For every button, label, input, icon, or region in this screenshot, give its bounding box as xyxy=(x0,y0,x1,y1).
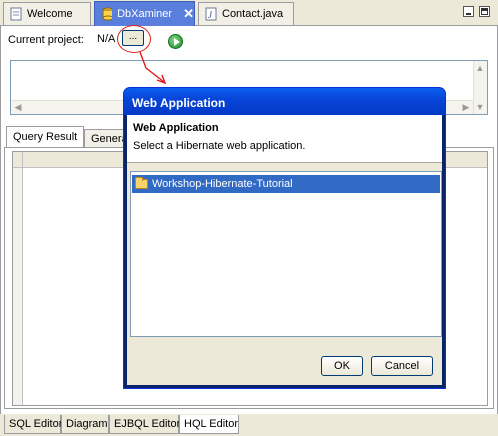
editor-tab-strip: Welcome DbXaminer ✕ J Contact.java xyxy=(0,0,498,26)
tab-dbxaminer[interactable]: DbXaminer ✕ xyxy=(94,1,195,26)
web-application-list[interactable]: Workshop-Hibernate-Tutorial xyxy=(130,171,442,337)
dialog-header: Web Application Select a Hibernate web a… xyxy=(127,115,442,163)
list-item-label: Workshop-Hibernate-Tutorial xyxy=(152,178,293,190)
current-project-value: N/A xyxy=(97,33,116,45)
page-icon xyxy=(10,7,22,21)
java-file-icon: J xyxy=(205,7,217,21)
dialog-heading: Web Application xyxy=(133,122,219,134)
scroll-left-icon[interactable]: ◀ xyxy=(12,101,24,113)
tab-welcome[interactable]: Welcome xyxy=(3,2,91,25)
folder-icon xyxy=(135,177,148,189)
tab-contact-java-label: Contact.java xyxy=(222,8,284,20)
project-row: Current project: xyxy=(8,33,84,47)
scroll-right-icon[interactable]: ▶ xyxy=(460,101,472,113)
database-icon xyxy=(102,7,113,21)
dialog-client: Web Application Select a Hibernate web a… xyxy=(127,115,442,385)
minimize-icon[interactable] xyxy=(463,6,474,17)
web-application-dialog: Web Application Web Application Select a… xyxy=(123,87,446,389)
highlight-annotation xyxy=(117,25,151,53)
scroll-down-icon[interactable]: ▼ xyxy=(474,101,486,113)
tab-dbxaminer-label: DbXaminer xyxy=(117,8,173,20)
tab-welcome-label: Welcome xyxy=(27,8,73,20)
scroll-up-icon[interactable]: ▲ xyxy=(474,62,486,74)
maximize-icon[interactable] xyxy=(479,6,490,17)
dialog-subtitle: Select a Hibernate web application. xyxy=(133,140,306,152)
run-icon[interactable] xyxy=(168,34,183,49)
dialog-title[interactable]: Web Application xyxy=(124,88,445,115)
tab-contact-java[interactable]: J Contact.java xyxy=(198,2,294,25)
tab-ejbql-editor[interactable]: EJBQL Editor xyxy=(109,415,180,434)
cancel-button[interactable]: Cancel xyxy=(371,356,433,376)
tab-hql-editor[interactable]: HQL Editor xyxy=(179,415,239,434)
tab-query-result[interactable]: Query Result xyxy=(6,126,84,148)
grid-row-header xyxy=(13,168,23,405)
query-vertical-scrollbar[interactable]: ▲ ▼ xyxy=(473,61,487,114)
close-icon[interactable]: ✕ xyxy=(183,6,194,22)
list-item[interactable]: Workshop-Hibernate-Tutorial xyxy=(132,175,440,193)
ok-button[interactable]: OK xyxy=(321,356,363,376)
tab-diagram[interactable]: Diagram xyxy=(61,415,109,434)
tab-sql-editor[interactable]: SQL Editor xyxy=(4,415,62,434)
grid-corner-cell xyxy=(13,152,23,168)
current-project-label: Current project: xyxy=(8,34,84,46)
